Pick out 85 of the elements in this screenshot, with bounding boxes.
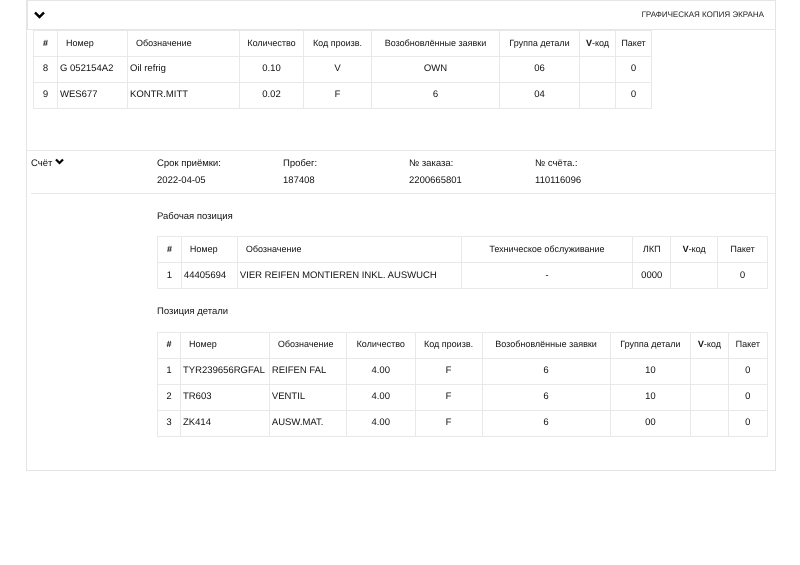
- section-title: Рабочая позиция: [157, 210, 234, 224]
- column-header: Группа детали: [610, 332, 691, 358]
- table-cell: F: [415, 358, 482, 384]
- table-cell: 9: [34, 82, 58, 108]
- table-cell: ZK414: [180, 410, 270, 436]
- table-cell: F: [304, 82, 372, 108]
- field-value: 2022-04-05: [157, 174, 207, 188]
- table-cell: WES677: [58, 82, 128, 108]
- field-label: № счёта.:: [535, 157, 579, 171]
- table-cell: 1: [158, 358, 180, 384]
- table-cell: 06: [500, 56, 580, 82]
- table-cell: OWN: [372, 56, 500, 82]
- table-cell: 0: [616, 56, 652, 82]
- table-cell: 10: [610, 358, 691, 384]
- table-cell: 1: [158, 262, 182, 289]
- column-header: Код произв.: [415, 332, 482, 358]
- field-label: № заказа:: [409, 157, 454, 171]
- chevron-down-icon[interactable]: [55, 158, 64, 165]
- column-header: V-код: [670, 236, 718, 263]
- screen-copy-label: ГРАФИЧЕСКАЯ КОПИЯ ЭКРАНА: [642, 9, 764, 21]
- column-header: Техническое обслуживание: [461, 236, 633, 263]
- table-cell: 0: [718, 262, 768, 289]
- column-header: V-код: [580, 30, 616, 56]
- table-cell: VENTIL: [269, 384, 346, 410]
- field-label: Пробег:: [283, 157, 318, 171]
- column-header: Обозначение: [269, 332, 346, 358]
- table-cell: 0.10: [240, 56, 304, 82]
- column-header: Номер: [58, 30, 128, 56]
- table-cell: 0000: [632, 262, 671, 289]
- table-cell: 00: [610, 410, 691, 436]
- table-cell: 6: [482, 410, 610, 436]
- table-cell: 0: [728, 410, 768, 436]
- table-cell: Oil refrig: [128, 56, 240, 82]
- table-cell: 0: [728, 358, 768, 384]
- table-cell: 0: [728, 384, 768, 410]
- column-header: V-код: [690, 332, 728, 358]
- field-label: Срок приёмки:: [157, 157, 222, 171]
- field-value: 2200665801: [409, 174, 463, 188]
- invoice-label[interactable]: Счёт: [31, 157, 52, 172]
- table-cell: 6: [482, 358, 610, 384]
- column-header: Номер: [181, 236, 238, 263]
- table-cell: 3: [158, 410, 180, 436]
- table-cell: 2: [158, 384, 180, 410]
- table-cell: 04: [500, 82, 580, 108]
- table-cell: 6: [372, 82, 500, 108]
- column-header: Возобновлённые заявки: [482, 332, 610, 358]
- table-cell: F: [415, 410, 482, 436]
- column-header: #: [158, 236, 182, 263]
- column-header: Пакет: [718, 236, 768, 263]
- field-value: 187408: [283, 174, 316, 188]
- table-cell: 0: [616, 82, 652, 108]
- section-title: Позиция детали: [157, 305, 230, 320]
- table-cell: VIER REIFEN MONTIEREN INKL. AUSWUCH: [237, 262, 462, 289]
- table-cell: TYR239656RGFAL: [180, 358, 270, 384]
- column-header: Пакет: [728, 332, 768, 358]
- table-cell: 44405694: [181, 262, 238, 289]
- table-cell: 4.00: [346, 358, 416, 384]
- table-cell: TR603: [180, 384, 270, 410]
- column-header: #: [158, 332, 180, 358]
- column-header: Обозначение: [237, 236, 462, 263]
- column-header: Номер: [180, 332, 270, 358]
- column-header: Возобновлённые заявки: [372, 30, 500, 56]
- column-header: Количество: [240, 30, 304, 56]
- table-cell: KONTR.MITT: [128, 82, 240, 108]
- table-cell: 8: [34, 56, 58, 82]
- column-header: Код произв.: [304, 30, 372, 56]
- table-cell: V: [304, 56, 372, 82]
- table-cell: AUSW.MAT.: [269, 410, 346, 436]
- column-header: ЛКП: [632, 236, 671, 263]
- table-cell: 6: [482, 384, 610, 410]
- table-cell: 10: [610, 384, 691, 410]
- column-header: Группа детали: [500, 30, 580, 56]
- table-cell: REIFEN FAL: [269, 358, 346, 384]
- column-header: Обозначение: [128, 30, 240, 56]
- table-cell: 0.02: [240, 82, 304, 108]
- table-cell: 4.00: [346, 410, 416, 436]
- table-cell: 4.00: [346, 384, 416, 410]
- table-cell: G 052154A2: [58, 56, 128, 82]
- column-header: Количество: [346, 332, 416, 358]
- field-value: 110116096: [535, 174, 582, 188]
- column-header: Пакет: [616, 30, 652, 56]
- column-header: #: [34, 30, 58, 56]
- table-cell: -: [461, 262, 633, 289]
- table-cell: F: [415, 384, 482, 410]
- chevron-down-icon[interactable]: [34, 11, 45, 19]
